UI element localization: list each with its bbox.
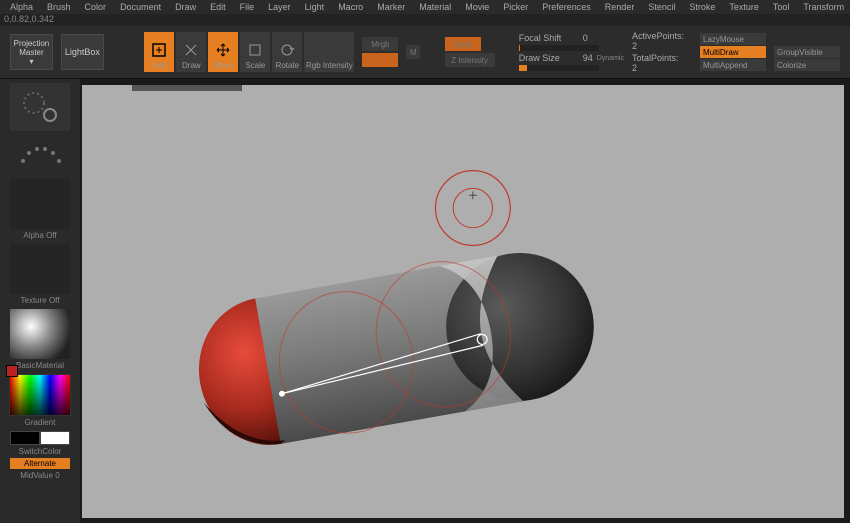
right-button-col-2: GroupVisible Colorize	[774, 33, 840, 71]
draw-size-value: 94	[583, 53, 593, 63]
focal-shift-label: Focal Shift	[519, 33, 579, 43]
menu-color[interactable]: Color	[79, 2, 113, 12]
menu-edit[interactable]: Edit	[204, 2, 232, 12]
menu-layer[interactable]: Layer	[262, 2, 297, 12]
left-sidebar: Alpha Off Texture Off BasicMaterial Grad…	[0, 79, 80, 523]
dropdown-icon: ▾	[29, 57, 33, 66]
scale-icon	[246, 41, 264, 59]
coordinate-readout: 0,0.82,0.342	[0, 14, 850, 26]
menu-preferences[interactable]: Preferences	[536, 2, 597, 12]
scale-mode-label: Scale	[245, 61, 265, 70]
menu-bar: Alpha Brush Color Document Draw Edit Fil…	[0, 0, 850, 14]
menu-brush[interactable]: Brush	[41, 2, 77, 12]
color-picker[interactable]	[9, 374, 71, 416]
material-label: BasicMaterial	[16, 361, 64, 370]
gradient-label[interactable]: Gradient	[25, 418, 56, 427]
scale-mode-button[interactable]: Scale	[240, 32, 270, 72]
lazymouse-button[interactable]: LazyMouse	[700, 33, 766, 45]
edit-mode-button[interactable]: Edit	[144, 32, 174, 72]
texture-label: Texture Off	[21, 296, 60, 305]
menu-movie[interactable]: Movie	[459, 2, 495, 12]
menu-stencil[interactable]: Stencil	[642, 2, 681, 12]
mrgb-value[interactable]	[362, 53, 398, 67]
scene-canvas	[82, 85, 844, 518]
top-toolbar: Projection Master ▾ LightBox Edit Draw M…	[0, 26, 850, 79]
draw-size-slider[interactable]	[519, 65, 599, 71]
brush-slot[interactable]	[10, 83, 70, 131]
swatch-white[interactable]	[40, 431, 70, 445]
menu-marker[interactable]: Marker	[371, 2, 411, 12]
material-slot[interactable]	[10, 309, 70, 359]
edit-icon	[150, 41, 168, 59]
alternate-button[interactable]: Alternate	[10, 458, 70, 469]
lightbox-button[interactable]: LightBox	[61, 34, 104, 70]
brush-preview-icon	[16, 85, 64, 129]
zadd-column: Zadd Z Intensity	[445, 37, 495, 67]
groupvisible-button[interactable]: GroupVisible	[774, 46, 840, 58]
menu-texture[interactable]: Texture	[723, 2, 765, 12]
mrgb-button[interactable]: Mrgb	[362, 37, 398, 51]
brush-cursor-icon	[435, 171, 510, 246]
draw-mode-button[interactable]: Draw	[176, 32, 206, 72]
zintensity-button[interactable]: Z Intensity	[445, 53, 495, 67]
draw-mode-label: Draw	[182, 61, 201, 70]
menu-picker[interactable]: Picker	[497, 2, 534, 12]
menu-alpha[interactable]: Alpha	[4, 2, 39, 12]
move-mode-label: Move	[214, 61, 234, 70]
rgb-intensity-label: Rgb Intensity	[306, 61, 353, 70]
dynamic-label: Dynamic	[597, 55, 624, 62]
menu-light[interactable]: Light	[299, 2, 331, 12]
rotate-mode-button[interactable]: Rotate	[272, 32, 302, 72]
focal-shift-slider[interactable]	[519, 45, 599, 51]
right-button-col-1: LazyMouse MultiDraw MultiAppend	[700, 33, 766, 71]
menu-file[interactable]: File	[234, 2, 261, 12]
stats-column: ActivePoints: 2 TotalPoints: 2	[632, 31, 684, 73]
main-area: Alpha Off Texture Off BasicMaterial Grad…	[0, 79, 850, 523]
m-button[interactable]: M	[406, 45, 420, 59]
viewport[interactable]	[82, 85, 844, 518]
projection-master-label: Projection Master	[11, 39, 52, 57]
move-mode-button[interactable]: Move	[208, 32, 238, 72]
draw-size-label: Draw Size	[519, 53, 579, 63]
edit-mode-label: Edit	[152, 61, 166, 70]
menu-material[interactable]: Material	[413, 2, 457, 12]
move-icon	[214, 41, 232, 59]
menu-stroke[interactable]: Stroke	[683, 2, 721, 12]
draw-icon	[182, 41, 200, 59]
menu-tool[interactable]: Tool	[767, 2, 796, 12]
stroke-slot[interactable]	[10, 135, 70, 175]
brush-info: Focal Shift 0 Draw Size 94 Dynamic	[519, 33, 624, 71]
mrgb-column: Mrgb	[362, 37, 398, 67]
menu-draw[interactable]: Draw	[169, 2, 202, 12]
texture-slot[interactable]	[10, 244, 70, 294]
rotate-mode-label: Rotate	[276, 61, 300, 70]
active-points-value: 2	[632, 41, 637, 51]
menu-render[interactable]: Render	[599, 2, 641, 12]
menu-macro[interactable]: Macro	[332, 2, 369, 12]
alpha-slot[interactable]	[10, 179, 70, 229]
focal-shift-value: 0	[583, 33, 588, 43]
color-swatches	[10, 431, 70, 445]
alpha-label: Alpha Off	[23, 231, 56, 240]
rotate-icon	[278, 41, 296, 59]
zadd-button[interactable]: Zadd	[445, 37, 481, 51]
switchcolor-label[interactable]: SwitchColor	[19, 447, 62, 456]
mode-buttons: Edit Draw Move Scale Rotate Rgb Intensit…	[144, 32, 354, 72]
multiappend-button[interactable]: MultiAppend	[700, 59, 766, 71]
menu-document[interactable]: Document	[114, 2, 167, 12]
total-points-value: 2	[632, 63, 637, 73]
m-column: M	[406, 45, 420, 59]
foreground-color-swatch[interactable]	[6, 365, 18, 377]
midvalue-label[interactable]: MidValue 0	[20, 471, 59, 480]
rgb-intensity-button[interactable]: Rgb Intensity	[304, 32, 354, 72]
colorize-button[interactable]: Colorize	[774, 59, 840, 71]
active-points-label: ActivePoints:	[632, 31, 684, 41]
swatch-black[interactable]	[10, 431, 40, 445]
projection-master-button[interactable]: Projection Master ▾	[10, 34, 53, 70]
multidraw-button[interactable]: MultiDraw	[700, 46, 766, 58]
stroke-dots-icon	[15, 137, 65, 173]
total-points-label: TotalPoints:	[632, 53, 679, 63]
menu-transform[interactable]: Transform	[797, 2, 850, 12]
